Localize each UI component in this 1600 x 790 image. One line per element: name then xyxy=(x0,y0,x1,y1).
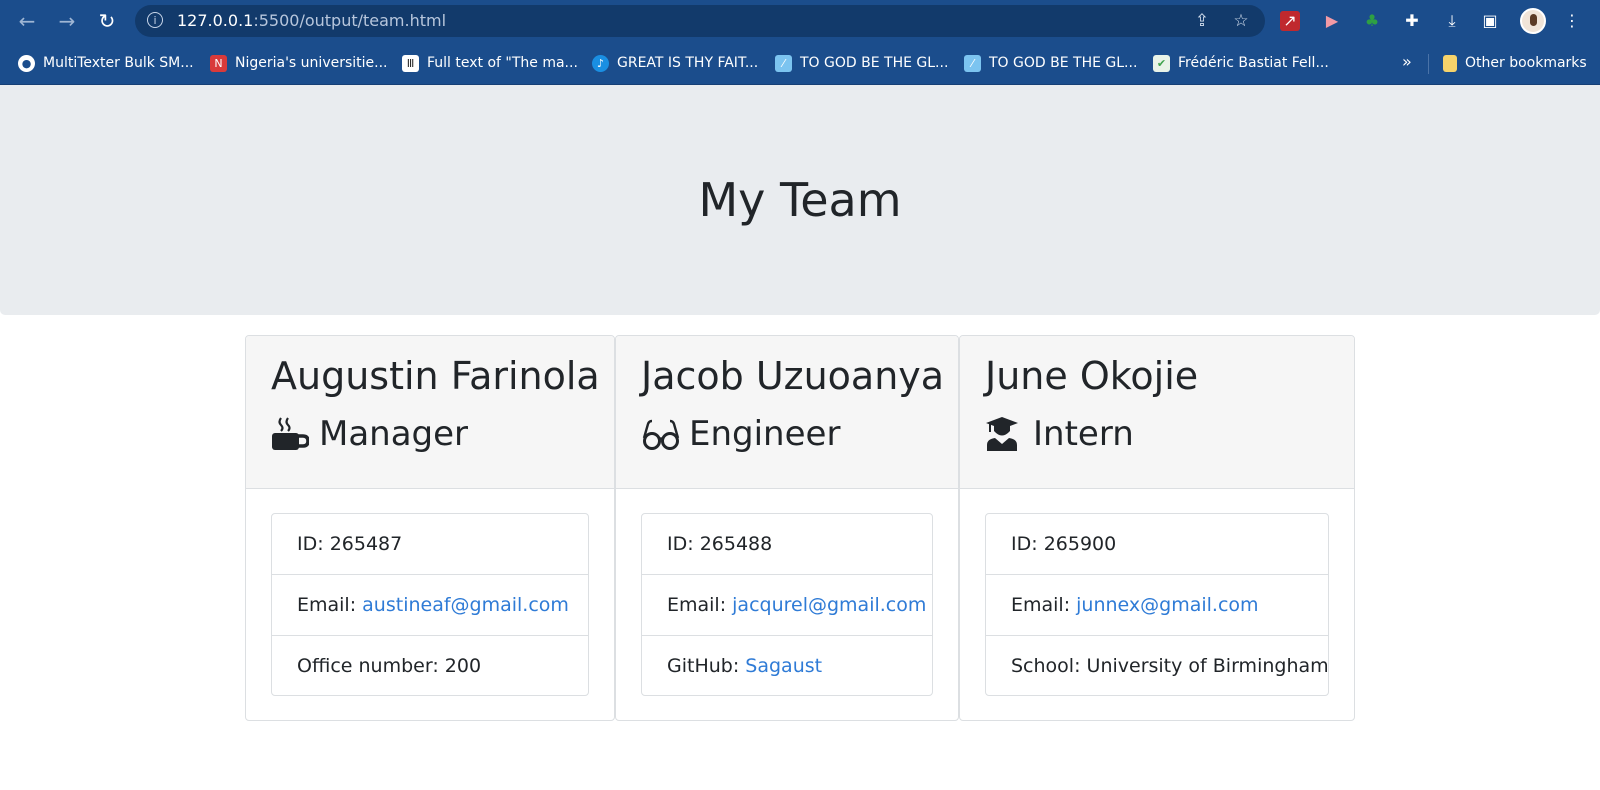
email-link[interactable]: jacqurel@gmail.com xyxy=(732,594,926,616)
role-label: Engineer xyxy=(689,414,841,454)
email-label: Email: xyxy=(1011,594,1077,616)
employee-name: Augustin Farinola xyxy=(271,354,600,398)
details-list: ID: 265900 Email: junnex@gmail.com Schoo… xyxy=(985,513,1329,696)
role-label: Manager xyxy=(319,414,469,454)
side-panel-icon[interactable]: ▣ xyxy=(1478,9,1502,33)
details-list: ID: 265487 Email: austineaf@gmail.com Of… xyxy=(271,513,589,696)
github-item: GitHub: Sagaust xyxy=(642,635,932,696)
employee-card-engineer: Jacob Uzuoanya Engineer ID: 265488 Email… xyxy=(615,335,959,721)
back-arrow-icon[interactable]: ← xyxy=(12,6,42,36)
document-icon: ⁄ xyxy=(775,54,792,72)
site-info-icon[interactable]: i xyxy=(147,12,163,28)
bookmarks-bar: ● MultiTexter Bulk SM... N Nigeria's uni… xyxy=(0,42,1600,85)
employee-card-intern: June Okojie Intern ID: 265900 Email: jun… xyxy=(959,335,1355,721)
id-label: ID: xyxy=(667,533,700,555)
graduate-icon xyxy=(985,416,1023,452)
office-number-label: Office number: xyxy=(297,655,445,677)
profile-avatar[interactable] xyxy=(1520,8,1546,34)
bookmark-label: Full text of "The ma... xyxy=(427,55,578,71)
id-label: ID: xyxy=(1011,533,1044,555)
details-list: ID: 265488 Email: jacqurel@gmail.com Git… xyxy=(641,513,933,696)
bookmark-label: GREAT IS THY FAIT... xyxy=(617,55,759,71)
menu-kebab-icon[interactable]: ⋮ xyxy=(1560,9,1584,33)
reload-icon[interactable]: ↻ xyxy=(92,6,122,36)
bookmark-label: Frédéric Bastiat Fell... xyxy=(1178,55,1329,71)
id-value: 265488 xyxy=(699,533,773,555)
extension-arrow-icon[interactable]: ↗ xyxy=(1280,11,1300,31)
download-icon[interactable]: ⤓ xyxy=(1440,9,1464,33)
forward-arrow-icon[interactable]: → xyxy=(52,6,82,36)
bookmark-label: MultiTexter Bulk SM... xyxy=(43,55,194,71)
music-icon: ♪ xyxy=(592,54,609,72)
card-header: Jacob Uzuoanya Engineer xyxy=(616,336,958,489)
url-text[interactable]: 127.0.0.1:5500/output/team.html xyxy=(177,11,446,30)
github-link[interactable]: Sagaust xyxy=(745,655,822,677)
bookmark-item[interactable]: Ⅲ Full text of "The ma... xyxy=(402,52,578,74)
extensions-puzzle-icon[interactable]: ✚ xyxy=(1400,9,1424,33)
email-item: Email: austineaf@gmail.com xyxy=(272,574,588,635)
email-link[interactable]: junnex@gmail.com xyxy=(1076,594,1258,616)
email-label: Email: xyxy=(297,594,363,616)
employee-role: Intern xyxy=(985,408,1134,460)
employee-name: Jacob Uzuoanya xyxy=(641,354,945,398)
url-path: :5500/output/team.html xyxy=(253,11,447,30)
office-number-value: 200 xyxy=(444,655,482,677)
archive-icon: Ⅲ xyxy=(402,54,419,72)
document-icon: ⁄ xyxy=(964,54,981,72)
share-icon[interactable]: ⇪ xyxy=(1190,9,1214,33)
school-value: University of Birmingham xyxy=(1086,655,1329,677)
id-value: 265487 xyxy=(329,533,403,555)
bookmark-item[interactable]: ♪ GREAT IS THY FAIT... xyxy=(592,52,758,74)
checkmark-icon: ✔ xyxy=(1153,54,1170,72)
card-header: June Okojie Intern xyxy=(960,336,1354,489)
globe-icon: ● xyxy=(18,54,35,72)
newspaper-icon: N xyxy=(210,54,227,72)
extension-tree-icon[interactable]: ♣ xyxy=(1360,9,1384,33)
bookmarks-divider xyxy=(1428,54,1429,74)
bookmark-label: TO GOD BE THE GL... xyxy=(800,55,949,71)
school-item: School: University of Birmingham xyxy=(986,635,1329,696)
address-bar[interactable]: i 127.0.0.1:5500/output/team.html ⇪ ☆ xyxy=(135,5,1265,37)
mug-icon xyxy=(271,416,309,452)
bookmark-label: TO GOD BE THE GL... xyxy=(989,55,1138,71)
employee-role: Manager xyxy=(271,408,468,460)
bookmark-item[interactable]: ⁄ TO GOD BE THE GL... xyxy=(775,52,948,74)
bookmark-item[interactable]: N Nigeria's universitie... xyxy=(210,52,388,74)
role-label: Intern xyxy=(1033,414,1134,454)
id-label: ID: xyxy=(297,533,330,555)
bookmark-item[interactable]: ● MultiTexter Bulk SM... xyxy=(18,52,194,74)
other-bookmarks-label: Other bookmarks xyxy=(1465,55,1587,71)
folder-icon xyxy=(1443,54,1457,72)
employee-role: Engineer xyxy=(641,408,840,460)
school-label: School: xyxy=(1011,655,1087,677)
office-number-item: Office number: 200 xyxy=(272,635,588,696)
github-label: GitHub: xyxy=(667,655,746,677)
other-bookmarks-folder[interactable]: Other bookmarks xyxy=(1443,52,1587,74)
bookmark-label: Nigeria's universitie... xyxy=(235,55,388,71)
bookmark-star-icon[interactable]: ☆ xyxy=(1229,9,1253,33)
bookmarks-overflow-button[interactable]: » xyxy=(1402,52,1412,71)
bookmark-item[interactable]: ✔ Frédéric Bastiat Fell... xyxy=(1153,52,1329,74)
id-value: 265900 xyxy=(1043,533,1117,555)
id-item: ID: 265488 xyxy=(642,514,932,575)
url-host: 127.0.0.1 xyxy=(177,11,254,30)
card-header: Augustin Farinola Manager xyxy=(246,336,614,489)
browser-toolbar: ← → ↻ i 127.0.0.1:5500/output/team.html … xyxy=(0,0,1600,42)
page-title: My Team xyxy=(698,173,902,227)
email-item: Email: jacqurel@gmail.com xyxy=(642,574,932,635)
email-link[interactable]: austineaf@gmail.com xyxy=(362,594,569,616)
page-header: My Team xyxy=(0,85,1600,315)
email-label: Email: xyxy=(667,594,733,616)
id-item: ID: 265487 xyxy=(272,514,588,575)
employee-card-manager: Augustin Farinola Manager ID: 265487 Ema… xyxy=(245,335,615,721)
email-item: Email: junnex@gmail.com xyxy=(986,574,1328,635)
id-item: ID: 265900 xyxy=(986,514,1328,575)
bookmark-item[interactable]: ⁄ TO GOD BE THE GL... xyxy=(964,52,1137,74)
extension-video-icon[interactable]: ▶ xyxy=(1320,9,1344,33)
glasses-icon xyxy=(641,416,680,452)
employee-name: June Okojie xyxy=(985,354,1199,398)
